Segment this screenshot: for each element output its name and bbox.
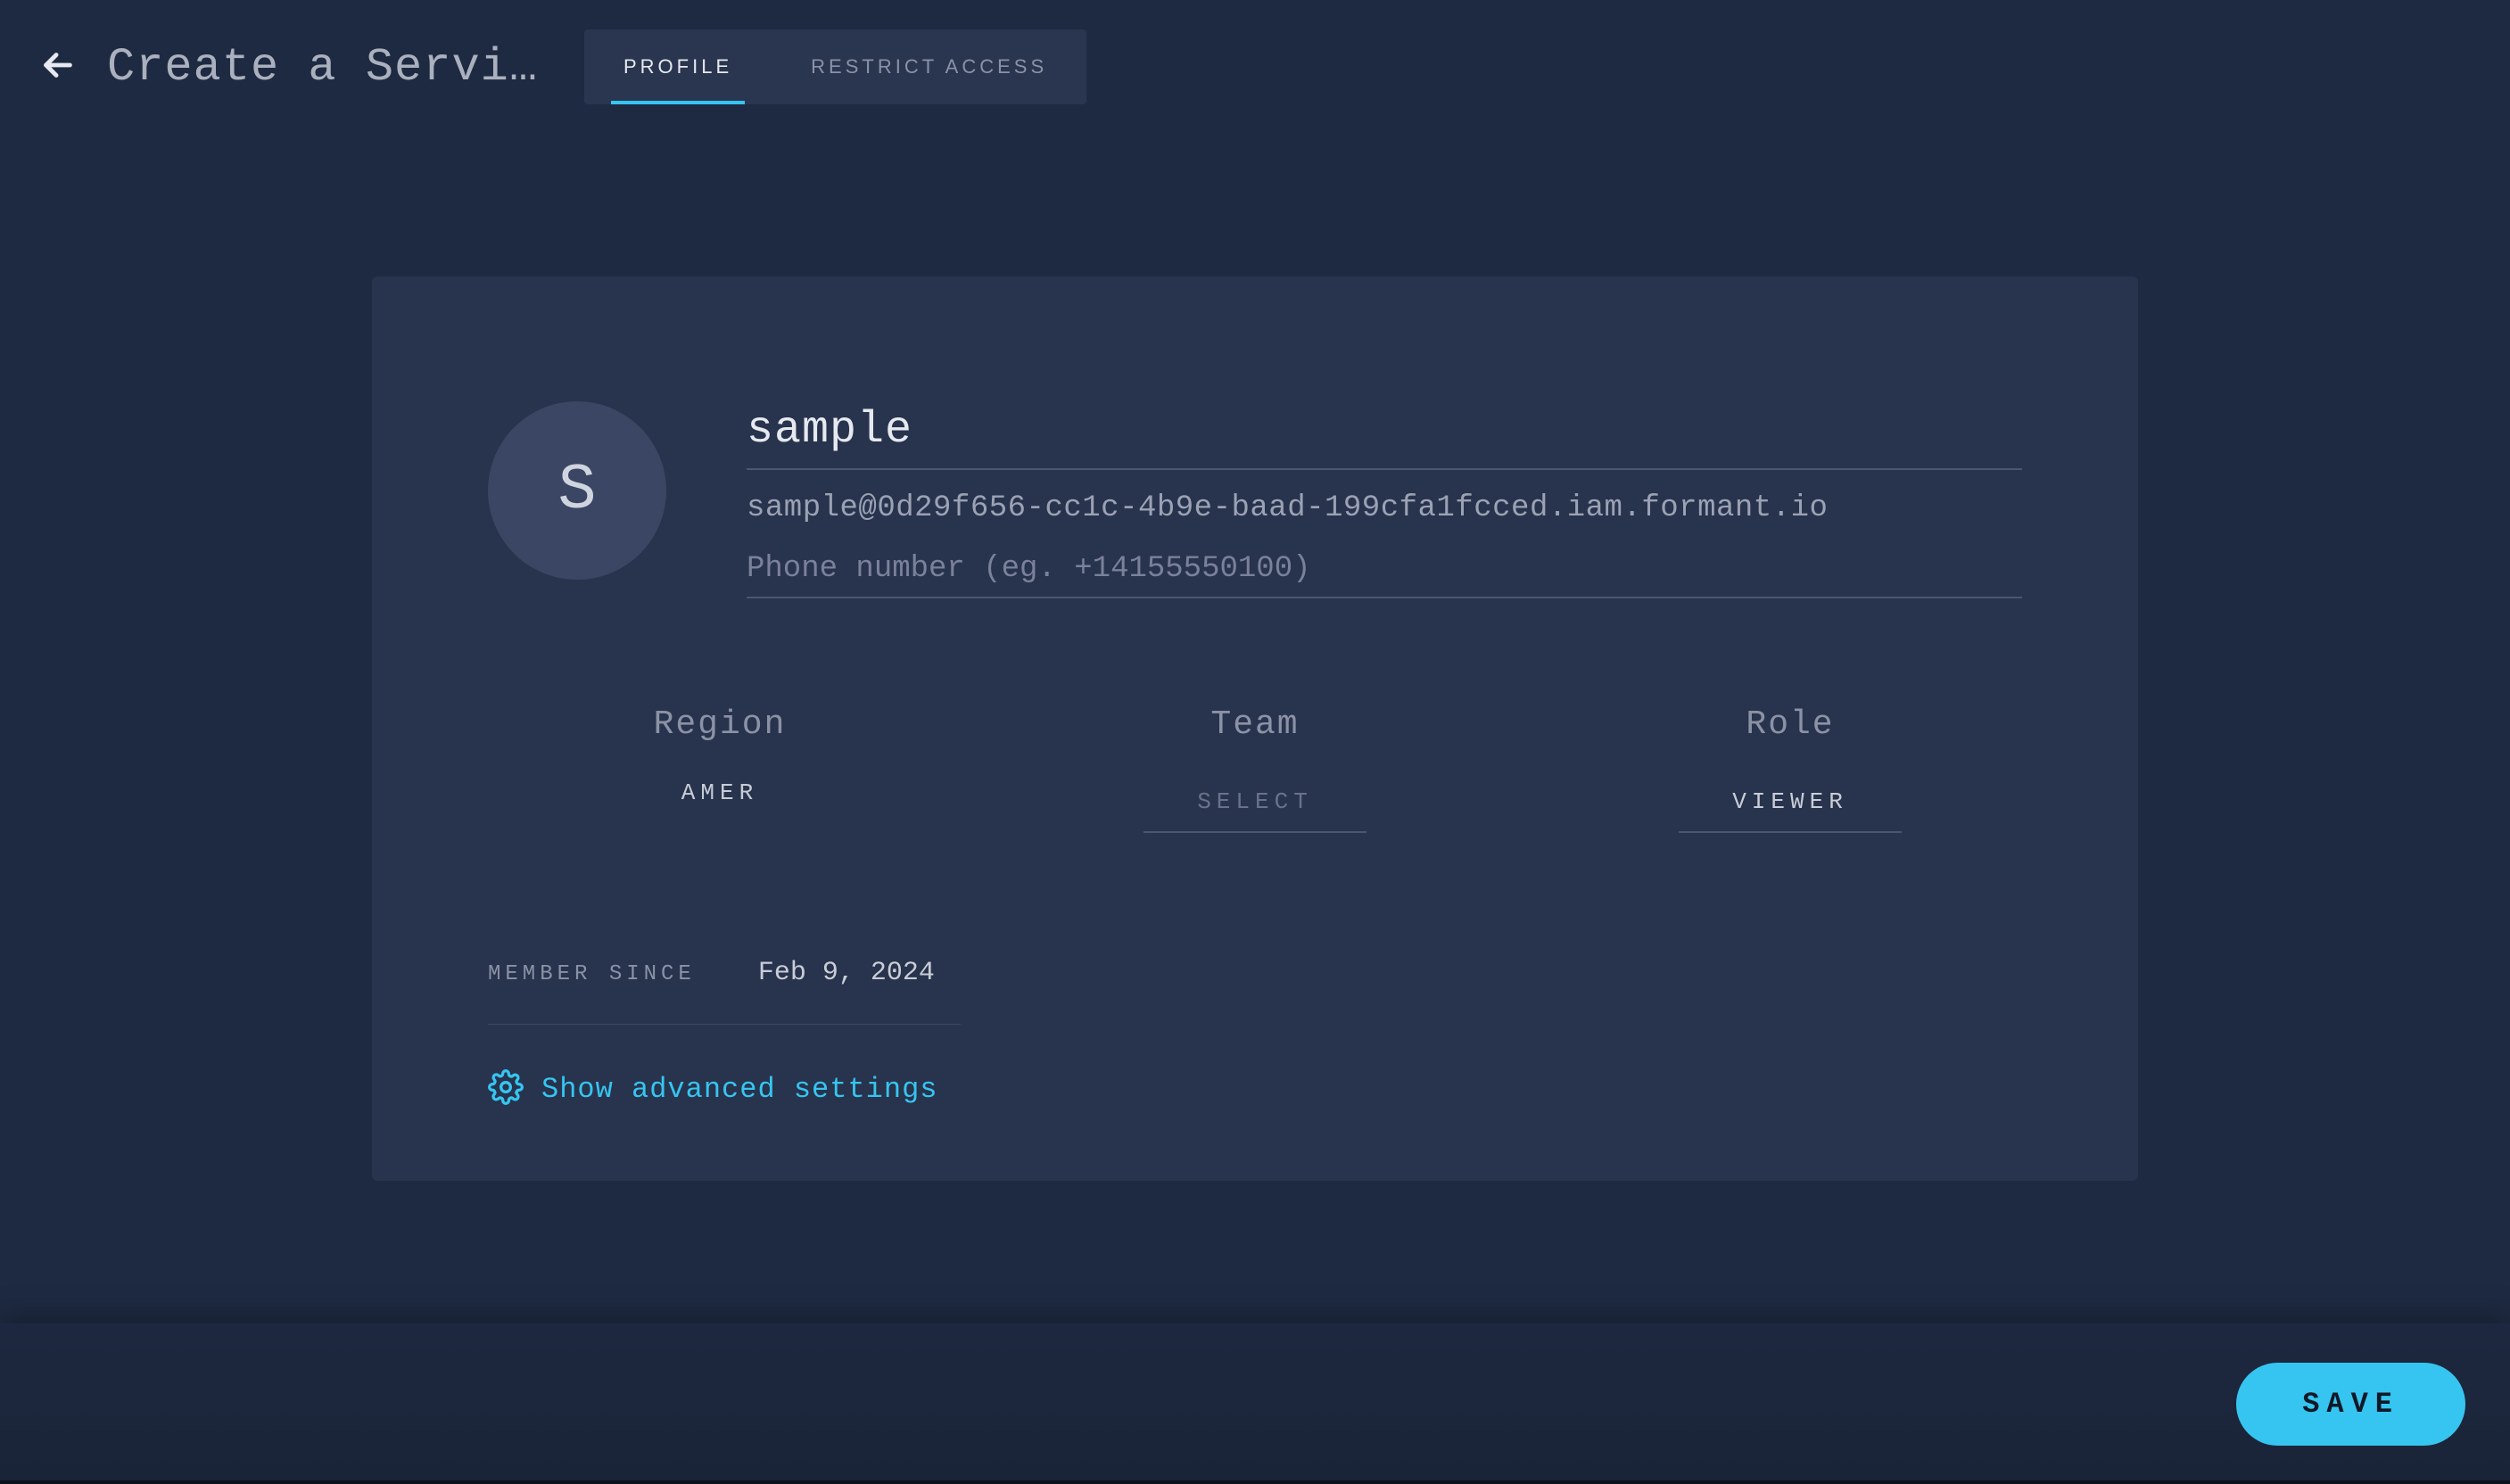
role-label: Role bbox=[1746, 705, 1834, 744]
phone-input[interactable] bbox=[747, 547, 2022, 598]
name-block: sample@0d29f656-cc1c-4b9e-baad-199cfa1fc… bbox=[747, 401, 2022, 598]
window-bottom-edge bbox=[0, 1480, 2510, 1484]
role-column: Role VIEWER bbox=[1558, 705, 2022, 833]
arrow-left-icon bbox=[37, 45, 78, 90]
tab-restrict-access[interactable]: RESTRICT ACCESS bbox=[772, 29, 1086, 104]
detail-row: Region AMER Team SELECT Role VIEWER bbox=[488, 705, 2022, 833]
show-advanced-settings-label: Show advanced settings bbox=[541, 1073, 937, 1106]
member-since-label: MEMBER SINCE bbox=[488, 962, 696, 986]
member-since-row: MEMBER SINCE Feb 9, 2024 bbox=[488, 958, 961, 1025]
page-title: Create a Service… bbox=[107, 41, 553, 94]
app-root: Create a Service… PROFILE RESTRICT ACCES… bbox=[0, 0, 2510, 1484]
team-column: Team SELECT bbox=[1023, 705, 1487, 833]
tab-profile[interactable]: PROFILE bbox=[584, 29, 772, 104]
member-since-value: Feb 9, 2024 bbox=[758, 958, 935, 988]
role-select[interactable]: VIEWER bbox=[1679, 779, 1902, 833]
team-select[interactable]: SELECT bbox=[1144, 779, 1366, 833]
back-button[interactable] bbox=[36, 45, 80, 89]
avatar[interactable]: S bbox=[488, 401, 666, 580]
profile-card: S sample@0d29f656-cc1c-4b9e-baad-199cfa1… bbox=[372, 276, 2138, 1181]
footer-bar: SAVE bbox=[0, 1323, 2510, 1484]
top-bar: Create a Service… PROFILE RESTRICT ACCES… bbox=[0, 0, 2510, 116]
region-value[interactable]: AMER bbox=[681, 779, 758, 806]
save-button[interactable]: SAVE bbox=[2236, 1363, 2465, 1446]
profile-header: S sample@0d29f656-cc1c-4b9e-baad-199cfa1… bbox=[488, 401, 2022, 598]
team-label: Team bbox=[1210, 705, 1299, 744]
show-advanced-settings-button[interactable]: Show advanced settings bbox=[488, 1069, 2022, 1109]
tab-strip: PROFILE RESTRICT ACCESS bbox=[584, 29, 1086, 104]
email-text: sample@0d29f656-cc1c-4b9e-baad-199cfa1fc… bbox=[747, 482, 2022, 534]
region-column: Region AMER bbox=[488, 705, 952, 833]
region-label: Region bbox=[654, 705, 787, 744]
content-scroll[interactable]: S sample@0d29f656-cc1c-4b9e-baad-199cfa1… bbox=[0, 116, 2510, 1484]
name-input[interactable] bbox=[747, 401, 2022, 470]
gear-icon bbox=[488, 1069, 524, 1109]
